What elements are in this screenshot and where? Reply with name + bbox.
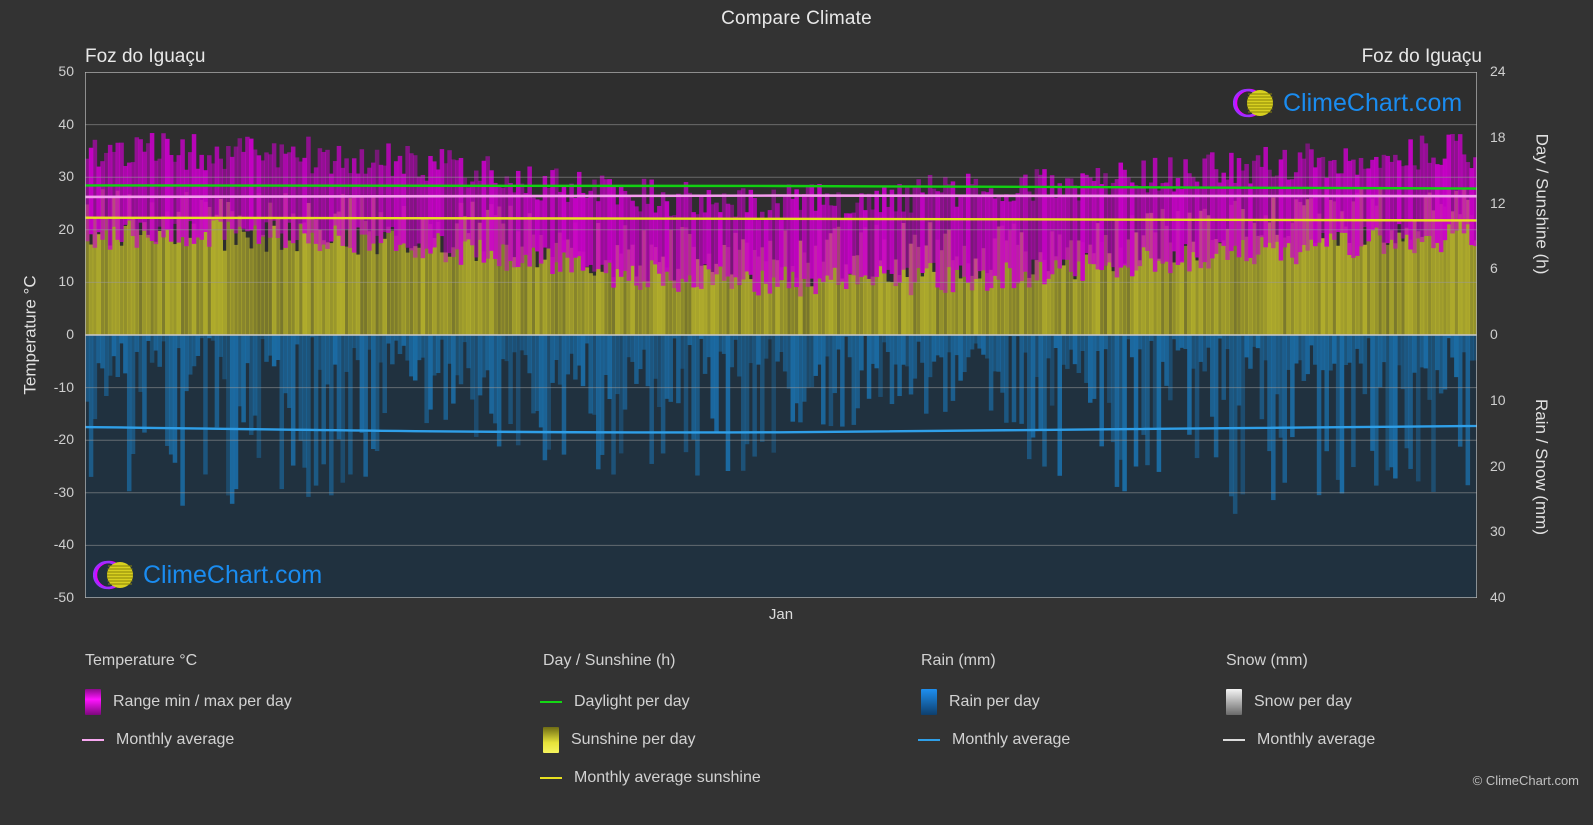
legend-item-temp-average-line[interactable]: Monthly average (82, 721, 292, 759)
y-tick-right-top-6: 6 (1490, 260, 1498, 277)
legend-item-label: Snow per day (1254, 693, 1352, 710)
legend-item-rain-swatch[interactable]: Rain per day (921, 683, 1070, 721)
legend-group-title: Day / Sunshine (h) (543, 652, 676, 669)
legend-item-temp-range-swatch[interactable]: Range min / max per day (85, 683, 292, 721)
sunshine-average-line (540, 777, 562, 779)
y-tick-left-30: 30 (58, 168, 74, 185)
y-tick-right-top-24: 24 (1490, 63, 1506, 79)
legend-item-sunshine-swatch[interactable]: Sunshine per day (543, 721, 761, 759)
legend-item-sunshine-average-line[interactable]: Monthly average sunshine (540, 759, 761, 797)
climechart-mark-icon (1233, 88, 1273, 118)
location-label-left: Foz do Iguaçu (85, 46, 206, 67)
y-tick-left--40: -40 (53, 536, 74, 553)
y-tick-right-bottom-20: 20 (1490, 457, 1506, 474)
y-tick-left-10: 10 (58, 273, 74, 290)
location-label-right: Foz do Iguaçu (1361, 46, 1482, 67)
legend-group-title: Rain (mm) (921, 652, 996, 669)
y-tick-left--10: -10 (53, 378, 74, 395)
legend-item-label: Monthly average (1257, 731, 1376, 748)
plot-canvas (85, 72, 1477, 598)
legend-item-label: Daylight per day (574, 693, 690, 710)
y-tick-left--50: -50 (53, 589, 74, 605)
temp-average-line (82, 739, 104, 741)
watermark-logo-top: ClimeChart.com (1233, 84, 1462, 122)
x-tick-jan: Jan (768, 606, 794, 623)
watermark-text-top: ClimeChart.com (1283, 88, 1463, 117)
rain-average-line (918, 739, 940, 741)
y-tick-left-40: 40 (58, 115, 74, 132)
legend-item-label: Sunshine per day (571, 731, 696, 748)
legend-item-label: Rain per day (949, 693, 1040, 710)
sunshine-swatch (543, 727, 559, 753)
y-tick-left-0: 0 (66, 326, 74, 342)
y-tick-right-bottom-30: 30 (1490, 523, 1506, 540)
legend-group-snow-mm: Snow (mm) Snow per day Monthly average (1223, 652, 1376, 759)
page-title: Compare Climate (721, 8, 872, 29)
y-tick-left-20: 20 (58, 220, 74, 237)
legend-item-snow-swatch[interactable]: Snow per day (1226, 683, 1375, 721)
y-axis-right-top-title: Day / Sunshine (h) (1532, 133, 1552, 274)
y-tick-right-bottom-40: 40 (1490, 589, 1506, 605)
legend-item-label: Monthly average (116, 731, 235, 748)
y-tick-left-50: 50 (58, 63, 74, 79)
legend-item-daylight-line[interactable]: Daylight per day (540, 683, 761, 721)
climechart-mark-icon-2 (93, 560, 133, 590)
watermark-text-bottom: ClimeChart.com (143, 560, 323, 589)
snow-swatch (1226, 689, 1242, 715)
legend-item-label: Monthly average sunshine (574, 769, 761, 786)
legend-group-day-sunshine-h: Day / Sunshine (h) Daylight per day Sunshi… (540, 652, 761, 797)
rain-swatch (921, 689, 937, 715)
y-axis-right-bottom-title: Rain / Snow (mm) (1532, 398, 1551, 535)
y-tick-left--30: -30 (53, 483, 74, 500)
legend-group-temperature-c: Temperature °C Range min / max per day Mon… (82, 652, 292, 759)
y-tick-left--20: -20 (53, 431, 74, 448)
y-tick-right-bottom-10: 10 (1490, 391, 1506, 408)
daylight-line (540, 701, 562, 703)
y-tick-right-top-0: 0 (1490, 326, 1498, 342)
legend-group-title: Snow (mm) (1226, 652, 1308, 669)
copyright-text: © ClimeChart.com (1472, 773, 1579, 788)
y-tick-right-top-18: 18 (1490, 128, 1506, 145)
temp-range-swatch (85, 689, 101, 715)
legend-item-label: Range min / max per day (113, 693, 292, 710)
watermark-logo-bottom: ClimeChart.com (93, 556, 322, 594)
legend-group-rain-mm: Rain (mm) Rain per day Monthly average (918, 652, 1071, 759)
legend-item-label: Monthly average (952, 731, 1071, 748)
chart-legend: Temperature °C Range min / max per day Mon… (0, 652, 1593, 825)
snow-average-line (1223, 739, 1245, 741)
legend-group-title: Temperature °C (85, 652, 198, 669)
legend-item-rain-average-line[interactable]: Monthly average (918, 721, 1071, 759)
legend-item-snow-average-line[interactable]: Monthly average (1223, 721, 1376, 759)
climate-plot: ClimeChart.com ClimeChart.com (85, 72, 1477, 598)
y-tick-right-top-12: 12 (1490, 194, 1506, 211)
